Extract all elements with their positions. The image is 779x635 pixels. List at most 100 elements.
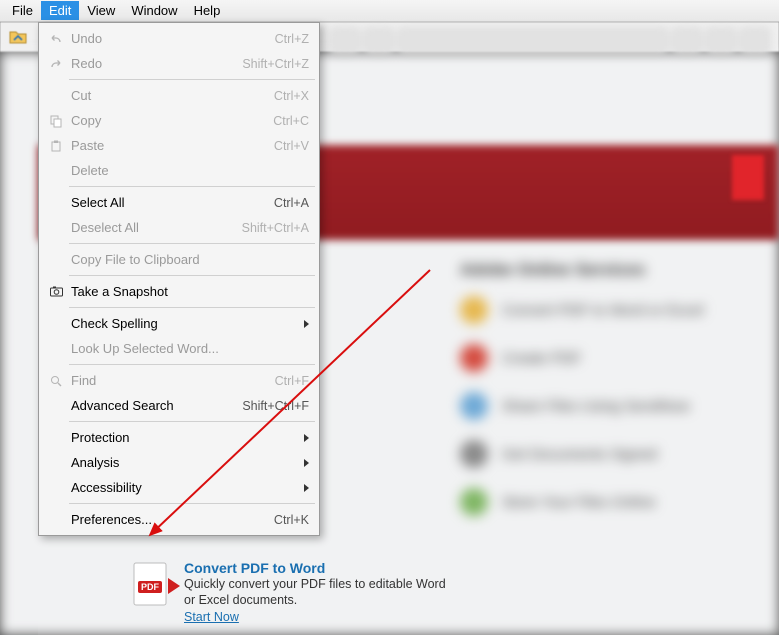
blank-icon [47,219,65,237]
convert-pdf-promo: PDF Convert PDF to Word Quickly convert … [130,560,450,624]
service-item[interactable]: Store Your Files Online [460,488,760,516]
menu-separator [69,186,315,187]
undo-icon [47,30,65,48]
menu-view[interactable]: View [79,1,123,20]
menu-shortcut: Ctrl+C [273,114,309,128]
menu-label: Analysis [71,455,296,470]
menu-item-analysis[interactable]: Analysis [41,450,317,475]
blank-icon [47,340,65,358]
menu-item-redo: Redo Shift+Ctrl+Z [41,51,317,76]
menu-shortcut: Shift+Ctrl+A [242,221,309,235]
menu-separator [69,421,315,422]
menu-item-copy: Copy Ctrl+C [41,108,317,133]
redo-icon [47,55,65,73]
menu-label: Accessibility [71,480,296,495]
menubar: File Edit View Window Help [0,0,779,22]
menu-item-paste: Paste Ctrl+V [41,133,317,158]
service-icon [460,344,488,372]
submenu-arrow-icon [304,459,309,467]
service-item[interactable]: Share Files Using SendNow [460,392,760,420]
menu-shortcut: Ctrl+A [274,196,309,210]
menu-item-find: FindCtrl+F [41,368,317,393]
blank-icon [47,397,65,415]
menu-label: Delete [71,163,309,178]
menu-label: Advanced Search [71,398,230,413]
menu-shortcut: Shift+Ctrl+Z [242,57,309,71]
menu-label: Take a Snapshot [71,284,309,299]
adobe-logo-badge [732,155,764,200]
menu-item-preferences[interactable]: Preferences... Ctrl+K [41,507,317,532]
svg-text:PDF: PDF [141,582,160,592]
service-label: Store Your Files Online [502,494,655,511]
blank-icon [47,87,65,105]
menu-help[interactable]: Help [186,1,229,20]
blank-icon [47,454,65,472]
menu-separator [69,79,315,80]
menu-shortcut: Ctrl+V [274,139,309,153]
menu-shortcut: Shift+Ctrl+F [242,399,309,413]
copy-icon [47,112,65,130]
menu-label: Preferences... [71,512,262,527]
menu-separator [69,364,315,365]
menu-item-undo: Undo Ctrl+Z [41,26,317,51]
edit-dropdown-menu: UndoCtrl+ZRedoShift+Ctrl+ZCutCtrl+XCopyC… [38,22,320,536]
blank-icon [47,511,65,529]
menu-label: Copy [71,113,261,128]
online-services-heading: Adobe Online Services [460,260,760,280]
menu-label: Deselect All [71,220,230,235]
menu-item-select-all[interactable]: Select All Ctrl+A [41,190,317,215]
blank-icon [47,251,65,269]
blank-icon [47,162,65,180]
menu-label: Look Up Selected Word... [71,341,309,356]
promo-title: Convert PDF to Word [184,560,450,576]
service-label: Get Documents Signed [502,446,657,463]
menu-label: Paste [71,138,262,153]
menu-label: Protection [71,430,296,445]
menu-item-take-a-snapshot[interactable]: Take a Snapshot [41,279,317,304]
submenu-arrow-icon [304,320,309,328]
service-icon [460,440,488,468]
menu-item-protection[interactable]: Protection [41,425,317,450]
menu-separator [69,243,315,244]
menu-window[interactable]: Window [123,1,185,20]
service-label: Convert PDF to Word or Excel [502,302,703,319]
menu-item-delete: Delete [41,158,317,183]
service-icon [460,392,488,420]
menu-item-accessibility[interactable]: Accessibility [41,475,317,500]
search-icon [47,372,65,390]
menu-separator [69,307,315,308]
menu-label: Copy File to Clipboard [71,252,309,267]
online-services-panel: Adobe Online Services Convert PDF to Wor… [460,260,760,536]
menu-item-cut: CutCtrl+X [41,83,317,108]
blank-icon [47,194,65,212]
menu-label: Select All [71,195,262,210]
service-item[interactable]: Convert PDF to Word or Excel [460,296,760,324]
service-item[interactable]: Get Documents Signed [460,440,760,468]
menu-edit[interactable]: Edit [41,1,79,20]
toolbar-right-blurred [330,28,770,58]
arrow-right-icon [168,578,180,594]
menu-label: Redo [71,56,230,71]
service-item[interactable]: Create PDF [460,344,760,372]
service-icon [460,296,488,324]
menu-item-check-spelling[interactable]: Check Spelling [41,311,317,336]
menu-label: Undo [71,31,263,46]
menu-shortcut: Ctrl+Z [275,32,309,46]
menu-item-advanced-search[interactable]: Advanced Search Shift+Ctrl+F [41,393,317,418]
submenu-arrow-icon [304,434,309,442]
start-now-link[interactable]: Start Now [184,610,239,624]
menu-item-look-up-selected-word: Look Up Selected Word... [41,336,317,361]
menu-shortcut: Ctrl+K [274,513,309,527]
open-file-icon[interactable] [6,25,30,49]
service-label: Share Files Using SendNow [502,398,690,415]
blank-icon [47,315,65,333]
paste-icon [47,137,65,155]
menu-item-deselect-all: Deselect All Shift+Ctrl+A [41,215,317,240]
blank-icon [47,479,65,497]
camera-icon [47,283,65,301]
menu-shortcut: Ctrl+F [275,374,309,388]
service-icon [460,488,488,516]
menu-item-copy-file-to-clipboard: Copy File to Clipboard [41,247,317,272]
menu-file[interactable]: File [4,1,41,20]
blank-icon [47,429,65,447]
